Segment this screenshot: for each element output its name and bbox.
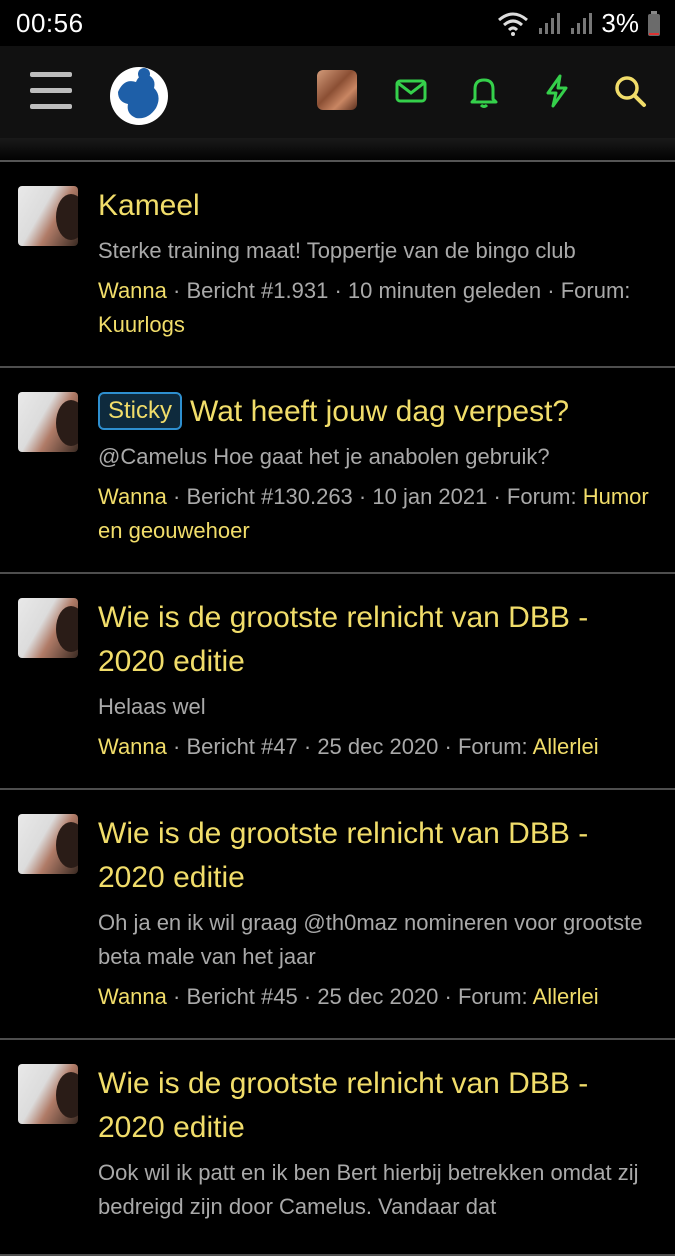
forum-link[interactable]: Kuurlogs bbox=[98, 312, 185, 337]
mail-icon[interactable] bbox=[392, 72, 430, 110]
lightning-icon[interactable] bbox=[538, 72, 576, 110]
forum-label: Forum: bbox=[457, 984, 528, 1009]
post-number: Bericht #130.263 bbox=[186, 484, 353, 509]
post-snippet: Ook wil ik patt en ik ben Bert hierbij b… bbox=[98, 1160, 639, 1219]
search-icon[interactable] bbox=[611, 72, 649, 110]
search-results-list: Kameel Sterke training maat! Toppertje v… bbox=[0, 162, 675, 1256]
author-link[interactable]: Wanna bbox=[98, 734, 167, 759]
forum-link[interactable]: Allerlei bbox=[533, 734, 599, 759]
post-time: 25 dec 2020 bbox=[317, 734, 439, 759]
post-snippet: Oh ja en ik wil graag @th0maz nomineren … bbox=[98, 910, 643, 969]
post-meta: Wanna · Bericht #47 · 25 dec 2020 · Foru… bbox=[98, 734, 599, 759]
post-number: Bericht #1.931 bbox=[186, 278, 329, 303]
list-item[interactable]: Wie is de grootste relnicht van DBB - 20… bbox=[0, 1040, 675, 1256]
status-icons: 3% bbox=[497, 8, 661, 39]
avatar[interactable] bbox=[18, 1064, 78, 1124]
post-time: 10 jan 2021 bbox=[372, 484, 488, 509]
post-number: Bericht #45 bbox=[186, 984, 298, 1009]
post-time: 25 dec 2020 bbox=[317, 984, 439, 1009]
post-snippet: Sterke training maat! Toppertje van de b… bbox=[98, 238, 576, 263]
list-item[interactable]: Kameel Sterke training maat! Toppertje v… bbox=[0, 162, 675, 368]
top-navbar bbox=[0, 46, 675, 138]
post-snippet: Helaas wel bbox=[98, 694, 206, 719]
forum-label: Forum: bbox=[560, 278, 631, 303]
user-avatar[interactable] bbox=[317, 70, 357, 110]
list-item[interactable]: Wie is de grootste relnicht van DBB - 20… bbox=[0, 574, 675, 790]
post-number: Bericht #47 bbox=[186, 734, 298, 759]
author-link[interactable]: Wanna bbox=[98, 278, 167, 303]
battery-percent: 3% bbox=[601, 8, 639, 38]
post-meta: Wanna · Bericht #1.931 · 10 minuten gele… bbox=[98, 278, 631, 337]
author-link[interactable]: Wanna bbox=[98, 984, 167, 1009]
post-meta: Wanna · Bericht #130.263 · 10 jan 2021 ·… bbox=[98, 484, 649, 543]
avatar[interactable] bbox=[18, 392, 78, 452]
sticky-badge: Sticky bbox=[98, 392, 183, 430]
navbar-shadow bbox=[0, 138, 675, 162]
post-snippet: @Camelus Hoe gaat het je anabolen gebrui… bbox=[98, 444, 550, 469]
wifi-icon bbox=[498, 12, 529, 36]
bell-icon[interactable] bbox=[465, 72, 503, 110]
signal-icon bbox=[539, 12, 561, 34]
avatar[interactable] bbox=[18, 186, 78, 246]
post-meta: Wanna · Bericht #45 · 25 dec 2020 · Foru… bbox=[98, 984, 599, 1009]
post-title[interactable]: Wie is de grootste relnicht van DBB - 20… bbox=[98, 812, 657, 900]
list-item[interactable]: Sticky Wat heeft jouw dag verpest? @Camel… bbox=[0, 368, 675, 574]
site-logo[interactable] bbox=[106, 62, 172, 126]
forum-label: Forum: bbox=[457, 734, 528, 759]
post-title[interactable]: Kameel bbox=[98, 184, 657, 228]
avatar[interactable] bbox=[18, 814, 78, 874]
list-item[interactable]: Wie is de grootste relnicht van DBB - 20… bbox=[0, 790, 675, 1040]
avatar[interactable] bbox=[18, 598, 78, 658]
signal-icon-2 bbox=[571, 12, 593, 34]
post-time: 10 minuten geleden bbox=[347, 278, 542, 303]
post-title[interactable]: Wie is de grootste relnicht van DBB - 20… bbox=[98, 1062, 657, 1150]
forum-label: Forum: bbox=[506, 484, 577, 509]
battery-icon bbox=[648, 10, 660, 36]
hamburger-icon[interactable] bbox=[30, 72, 72, 112]
status-bar: 00:56 3% bbox=[0, 0, 675, 46]
author-link[interactable]: Wanna bbox=[98, 484, 167, 509]
post-title[interactable]: Wie is de grootste relnicht van DBB - 20… bbox=[98, 596, 657, 684]
forum-link[interactable]: Allerlei bbox=[533, 984, 599, 1009]
post-title[interactable]: Sticky Wat heeft jouw dag verpest? bbox=[98, 390, 657, 434]
status-time: 00:56 bbox=[16, 8, 84, 38]
